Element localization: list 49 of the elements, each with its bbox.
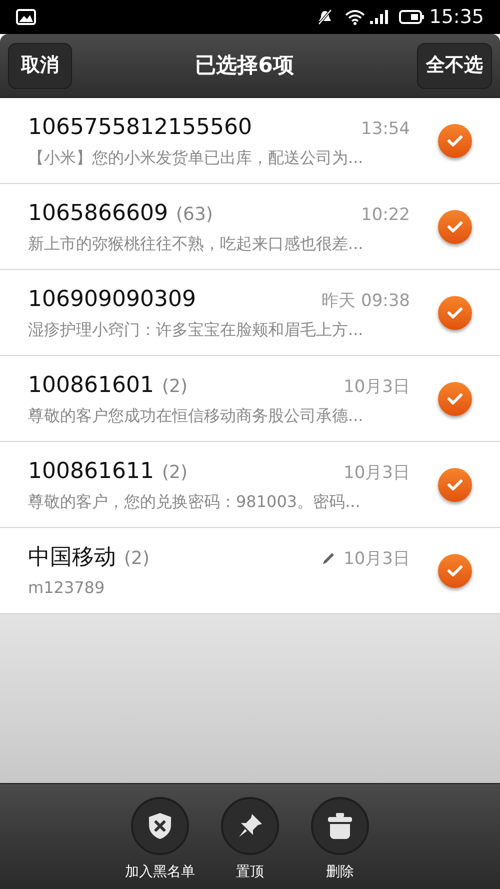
checkbox[interactable]: [438, 124, 472, 158]
message-preview: 【小米】您的小米发货单已出库，配送公司为...: [28, 147, 364, 169]
message-count: (63): [176, 203, 213, 227]
clock-time: 15:35: [429, 4, 484, 30]
sender-name: 中国移动: [28, 544, 116, 572]
message-count: (2): [162, 461, 188, 485]
battery-icon: [399, 9, 426, 25]
shield-x-icon: [147, 812, 173, 840]
message-preview: 湿疹护理小窍门：许多宝宝在脸颊和眉毛上方...: [28, 319, 364, 341]
message-preview: 新上市的弥猴桃往往不熟，吃起来口感也很差...: [28, 233, 364, 255]
checkbox[interactable]: [438, 210, 472, 244]
sender-name: 106909090309: [28, 286, 196, 314]
message-time: 13:54: [361, 118, 410, 141]
image-icon: [16, 9, 36, 25]
checkmark-icon: [447, 220, 463, 232]
checkmark-icon: [447, 478, 463, 490]
message-count: (2): [162, 375, 188, 399]
message-row[interactable]: 中国移动 (2) 10月3日 m123789: [0, 528, 500, 614]
message-preview: m123789: [28, 577, 106, 599]
message-time: 10月3日: [344, 376, 410, 399]
message-time: 10:22: [361, 204, 410, 227]
cancel-button[interactable]: 取消: [8, 42, 72, 88]
message-time: 10月3日: [344, 462, 410, 485]
pushpin-icon: [236, 812, 264, 840]
message-time: 10月3日: [344, 548, 410, 571]
message-time: 昨天 09:38: [322, 290, 410, 313]
action-label: 加入黑名单: [125, 863, 195, 882]
sender-name: 100861601: [28, 372, 154, 400]
muted-bell-icon: [317, 9, 334, 25]
sender-name: 1065866609: [28, 200, 168, 228]
message-count: (2): [124, 547, 150, 571]
checkbox[interactable]: [438, 382, 472, 416]
checkmark-icon: [447, 134, 463, 146]
checkmark-icon: [447, 306, 463, 318]
message-preview: 尊敬的客户，您的兑换密码：981003。密码...: [28, 491, 362, 513]
action-label: 置顶: [236, 863, 264, 882]
checkbox[interactable]: [438, 296, 472, 330]
checkbox[interactable]: [438, 468, 472, 502]
checkmark-icon: [447, 392, 463, 404]
message-preview: 尊敬的客户您成功在恒信移动商务股公司承德...: [28, 405, 364, 427]
deselect-all-button[interactable]: 全不选: [417, 42, 492, 88]
trash-bin-icon: [327, 812, 353, 840]
action-label: 删除: [326, 863, 354, 882]
header-title: 已选择6项: [194, 52, 295, 79]
checkmark-icon: [447, 564, 463, 576]
sender-name: 1065755812155560: [28, 114, 252, 142]
sender-name: 100861611: [28, 458, 154, 486]
checkbox[interactable]: [438, 554, 472, 588]
wifi-icon: [345, 9, 366, 25]
